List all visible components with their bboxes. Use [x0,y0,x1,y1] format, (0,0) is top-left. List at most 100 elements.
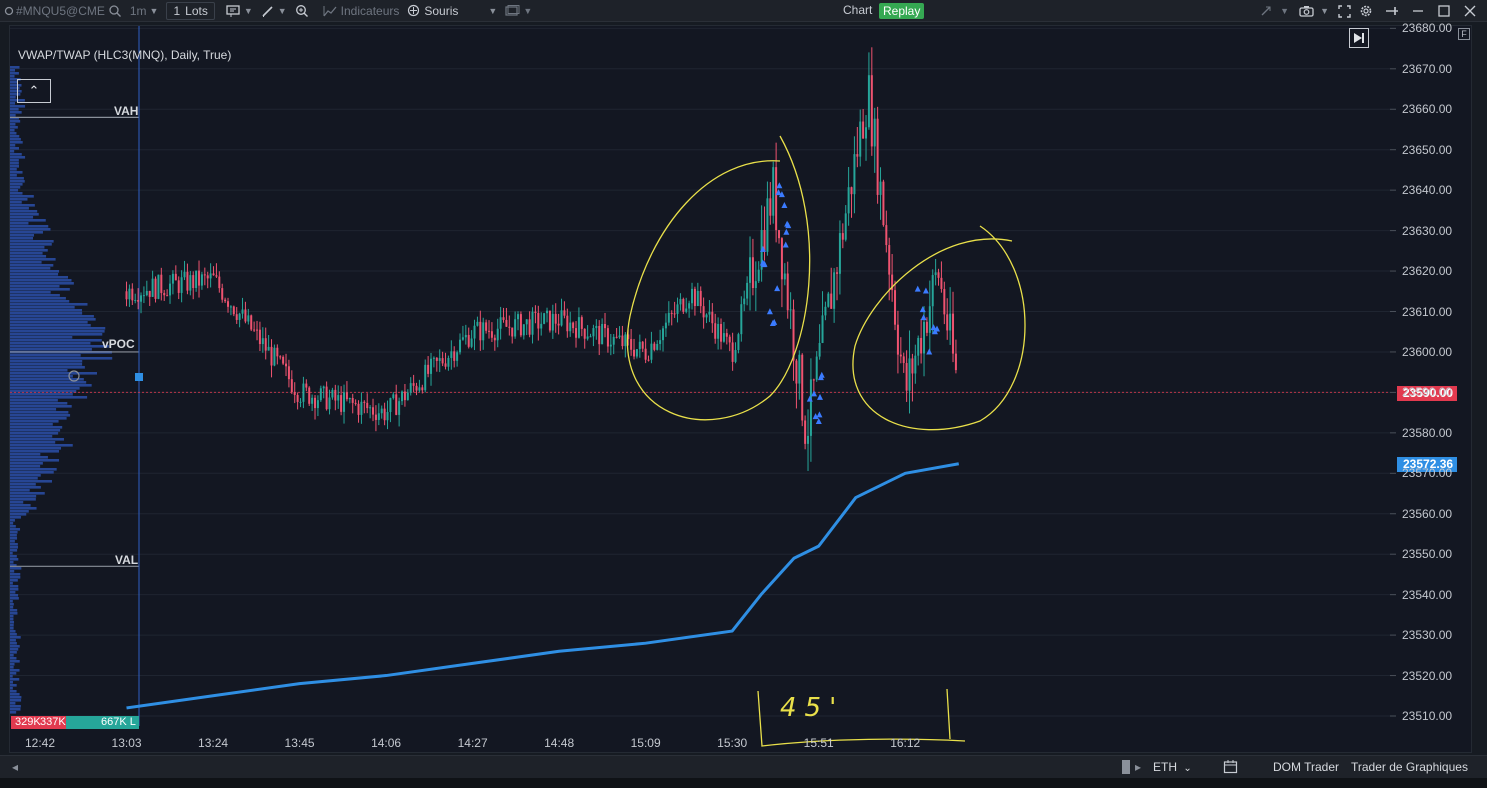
calendar-icon[interactable] [1223,759,1238,777]
candle-body [783,273,786,280]
collapse-legend-button[interactable]: ⌃ [17,79,51,103]
settings-gear-icon[interactable] [1355,0,1377,22]
profile-bar [10,213,39,216]
price-tick-label: 23650.00 [1402,142,1453,157]
chart-canvas[interactable]: 45' [10,26,1473,754]
profile-bar [10,690,17,693]
profile-bar [10,678,20,681]
candle-body [592,328,595,337]
candle-body [618,335,621,338]
profile-bar [10,192,23,195]
search-icon[interactable] [108,4,122,18]
pin-icon[interactable] [1381,0,1403,22]
scrollbar-thumb[interactable] [1122,760,1130,774]
time-tick-label: 13:24 [198,736,229,750]
lots-field[interactable]: 1 Lots [166,1,215,20]
candle-body [865,127,868,139]
maximize-icon[interactable] [1433,0,1455,22]
time-tick-label: 13:45 [284,736,315,750]
profile-bar [10,264,54,267]
indicators-button[interactable]: Indicateurs [319,0,404,22]
candle-body [354,402,357,404]
candle-body [360,401,363,415]
candle-body [563,310,566,316]
profile-bar [10,129,15,132]
profile-bar [10,516,21,519]
price-tick-label: 23670.00 [1402,61,1453,76]
scroll-left-icon[interactable]: ◂ [12,760,18,774]
camera-icon[interactable] [1295,0,1317,22]
chart-type-button[interactable]: ▼ [221,0,257,22]
profile-bar [10,477,38,480]
profile-bar [10,585,19,588]
candle-body [673,313,676,315]
profile-bar [10,555,17,558]
candle-body [137,299,140,302]
candle-body [476,321,479,326]
chart-trader-button[interactable]: Trader de Graphiques [1351,760,1468,774]
annotation-text: 45' [780,693,844,723]
candle-body [282,356,285,364]
mouse-mode-selector[interactable]: Souris ▼ [403,0,501,22]
profile-bar [10,144,16,147]
profile-bar [10,273,59,276]
trade-arrow [783,228,790,235]
profile-bar [10,639,16,642]
candle-body [566,315,569,332]
candle-body [949,313,952,331]
candle-body [650,343,653,360]
trade-arrow [816,411,823,418]
replay-badge[interactable]: Replay [879,3,925,19]
link-chart-icon[interactable] [1255,0,1277,22]
candle-body [189,275,192,291]
candle-body [287,366,290,380]
price-tick-label: 23570.00 [1402,466,1453,481]
candle-body [386,412,389,421]
fullscreen-icon[interactable] [1333,0,1355,22]
candle-body [899,354,902,357]
candle-body [270,346,273,366]
close-icon[interactable] [1459,0,1481,22]
scroll-right-icon[interactable]: ▸ [1135,760,1141,774]
chevron-down-icon: ▼ [277,5,287,16]
timeframe-selector[interactable]: 1m ▼ [126,0,163,22]
jump-to-end-button[interactable] [1349,28,1369,48]
dom-trader-button[interactable]: DOM Trader [1273,760,1339,774]
drawing-tools-button[interactable]: ▼ [257,0,291,22]
time-tick-label: 13:03 [111,736,142,750]
candle-body [699,290,702,307]
zoom-in-icon [295,4,308,17]
profile-bar [10,258,56,261]
minimize-icon[interactable] [1407,0,1429,22]
profile-bar [10,513,27,516]
zoom-button[interactable] [291,0,313,22]
profile-bar [10,624,14,627]
candle-body [734,350,737,362]
profile-bar [10,588,19,591]
profile-bar [10,174,17,177]
candle-body [276,347,279,357]
profile-bar [10,240,54,243]
profile-bar [10,405,72,408]
template-button[interactable]: ▼ [501,0,536,22]
profile-bar [10,441,56,444]
profile-bar [10,633,17,636]
indicator-legend[interactable]: VWAP/TWAP (HLC3(MNQ), Daily, True) [18,48,231,62]
profile-bar [10,552,13,555]
candle-body [772,167,775,216]
link-icon [4,6,14,15]
profile-bar [10,504,31,507]
symbol-selector[interactable]: #MNQU5@CME [0,0,126,22]
corner-tag[interactable]: F [1458,28,1470,40]
candle-body [435,357,438,361]
profile-bar [10,489,30,492]
candle-body [928,306,931,333]
candle-body [316,400,319,409]
price-chart[interactable]: 45' VWAP/TWAP (HLC3(MNQ), Daily, True) ⌃… [9,21,1473,754]
price-tick-label: 23620.00 [1402,264,1453,279]
chevron-down-icon: ▼ [523,5,533,16]
candle-body [543,313,546,324]
profile-bar [10,702,16,705]
session-selector[interactable]: ETH ⌄ [1153,760,1192,774]
candle-body [267,346,270,351]
